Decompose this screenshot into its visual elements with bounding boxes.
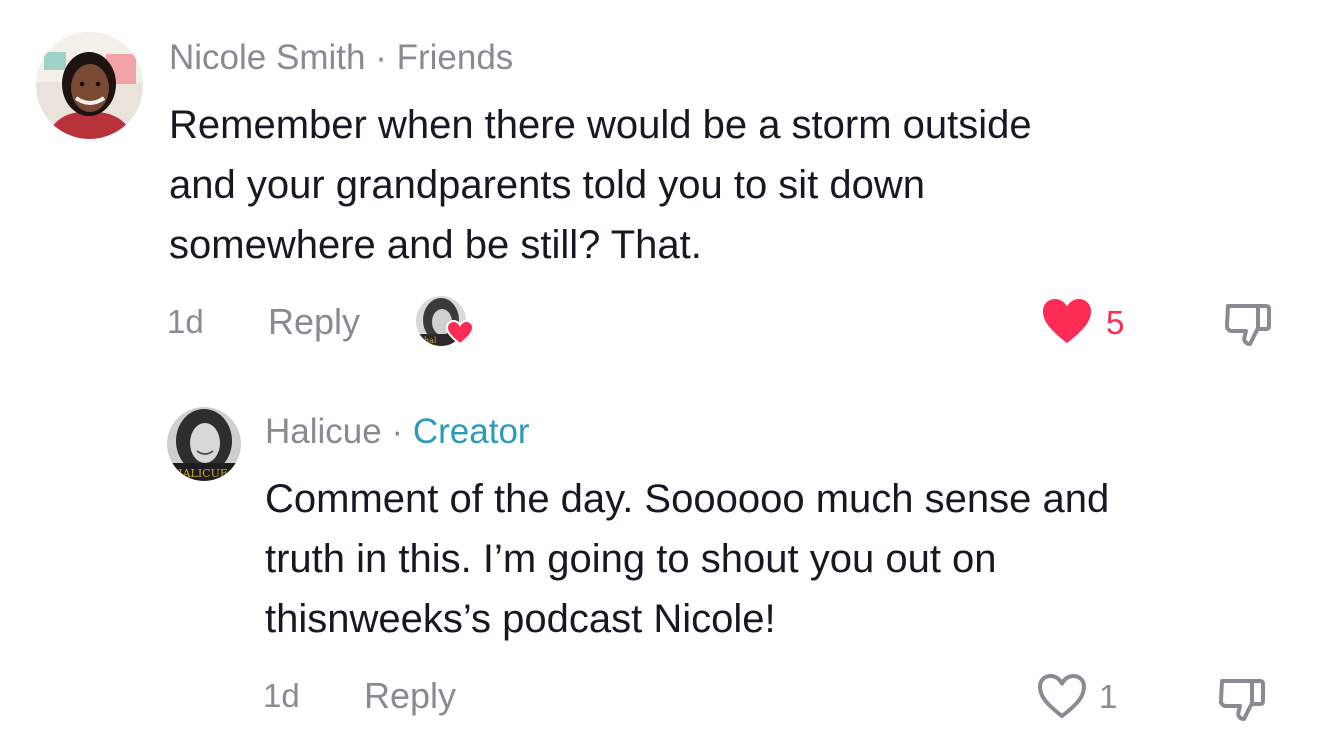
comment-time: 1d: [167, 303, 204, 340]
reply-text-line: truth in this. I’m going to shout you ou…: [265, 537, 997, 581]
comment-text-line: Remember when there would be a storm out…: [169, 103, 1032, 147]
reply-text-line: thisnweeks’s podcast Nicole!: [265, 597, 776, 641]
reply-item: HALICUE Halicue · Creator Comment of the…: [0, 380, 1320, 733]
reply-button[interactable]: Reply: [268, 302, 360, 342]
header-separator: ·: [375, 38, 387, 77]
reply-time: 1d: [263, 677, 300, 714]
like-count: 5: [1106, 304, 1125, 341]
comment-item: Nicole Smith · Friends Remember when the…: [0, 0, 1320, 360]
creator-badge: Creator: [412, 412, 530, 451]
reply-text-line: Comment of the day. Soooooo much sense a…: [265, 477, 1110, 521]
svg-text:HALICUE: HALICUE: [173, 467, 228, 480]
reply-body: Comment of the day. Soooooo much sense a…: [265, 469, 1109, 649]
comment-header: Nicole Smith · Friends: [169, 38, 513, 78]
reply-header: Halicue · Creator: [265, 412, 530, 452]
thumbs-down-icon[interactable]: [1216, 673, 1268, 725]
comment-author-avatar[interactable]: [36, 32, 143, 139]
comment-text-line: and your grandparents told you to sit do…: [169, 163, 926, 207]
reply-button[interactable]: Reply: [364, 676, 456, 716]
reply-author-name[interactable]: Halicue: [265, 412, 382, 451]
reply-author-avatar[interactable]: HALICUE: [167, 407, 241, 481]
comment-text-line: somewhere and be still? That.: [169, 223, 702, 267]
creator-liked-badge: hal: [416, 296, 476, 348]
heart-filled-icon[interactable]: [1041, 297, 1093, 345]
comment-body: Remember when there would be a storm out…: [169, 95, 1032, 275]
header-separator: ·: [391, 412, 404, 451]
svg-text:hal: hal: [424, 336, 437, 345]
heart-filled-icon: [446, 320, 474, 346]
heart-outline-icon[interactable]: [1036, 672, 1088, 720]
thumbs-down-icon[interactable]: [1222, 298, 1274, 350]
friends-badge: Friends: [396, 38, 514, 77]
like-count: 1: [1099, 678, 1118, 715]
comment-author-name[interactable]: Nicole Smith: [169, 38, 365, 77]
